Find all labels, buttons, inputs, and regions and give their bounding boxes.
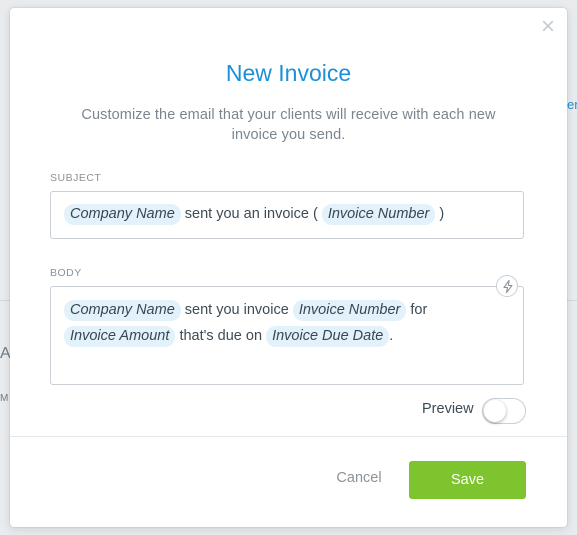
subject-field[interactable]: Company Name sent you an invoice ( Invoi… (50, 191, 524, 239)
bg-text-fragment: en (567, 97, 577, 112)
subject-text: ) (439, 206, 445, 222)
footer-divider (10, 436, 567, 437)
token-invoice-number[interactable]: Invoice Number (292, 300, 407, 321)
new-invoice-modal: × New Invoice Customize the email that y… (10, 8, 567, 527)
save-button[interactable]: Save (409, 461, 526, 499)
cancel-button[interactable]: Cancel (328, 470, 390, 486)
token-invoice-due-date[interactable]: Invoice Due Date (266, 326, 390, 347)
body-label: BODY (50, 267, 82, 279)
token-company-name[interactable]: Company Name (64, 300, 181, 321)
token-invoice-amount[interactable]: Invoice Amount (64, 326, 176, 347)
token-company-name[interactable]: Company Name (64, 204, 181, 225)
modal-title: New Invoice (225, 60, 352, 86)
subject-text: sent you an invoice ( (184, 206, 318, 222)
modal-subtitle: Customize the email that your clients wi… (81, 107, 496, 143)
token-invoice-number[interactable]: Invoice Number (321, 204, 436, 225)
body-text: . (389, 328, 394, 344)
preview-toggle[interactable] (482, 398, 526, 424)
subject-label: SUBJECT (50, 172, 102, 184)
body-text: that's due on (179, 328, 263, 344)
body-text: for (410, 302, 428, 318)
close-icon[interactable]: × (539, 15, 557, 39)
body-text: sent you invoice (184, 302, 289, 318)
bg-divider-right (567, 300, 577, 301)
bg-text-fragment: M (0, 393, 9, 404)
toggle-knob (484, 400, 506, 422)
body-field[interactable]: Company Name sent you invoice Invoice Nu… (50, 275, 524, 385)
lightning-icon[interactable] (496, 275, 518, 297)
bg-divider-left (0, 300, 10, 301)
preview-label: Preview (422, 401, 474, 417)
